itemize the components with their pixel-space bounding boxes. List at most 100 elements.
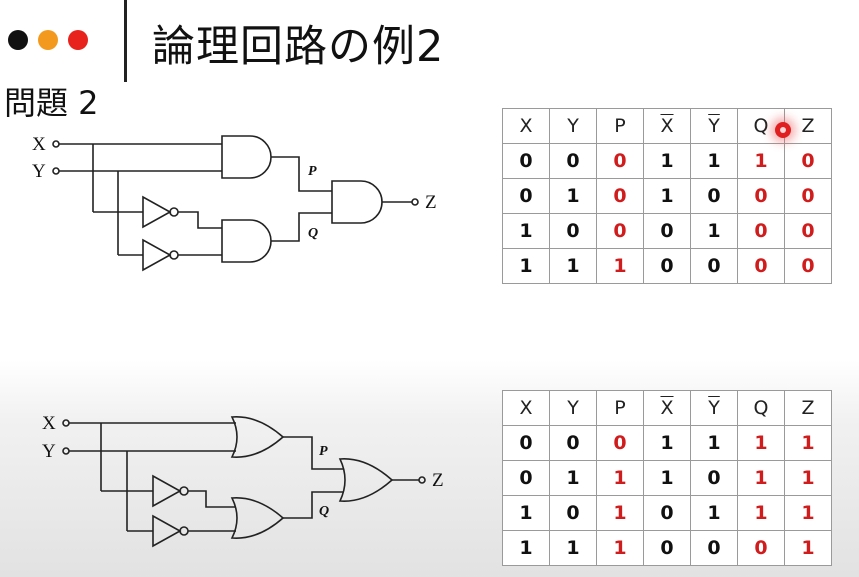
table-cell: 0 (737, 213, 785, 249)
table-cell: 1 (784, 495, 832, 531)
table-cell: 0 (643, 213, 691, 249)
column-header: Z (784, 108, 832, 144)
table-header-row: XYPXYQZ (502, 390, 832, 426)
table-cell: 1 (502, 213, 550, 249)
column-header: X (502, 108, 550, 144)
table-cell: 0 (784, 248, 832, 284)
table-cell: 1 (784, 460, 832, 496)
table-cell: 1 (596, 248, 644, 284)
table-row: 1010111 (502, 495, 832, 531)
table-cell: 1 (784, 425, 832, 461)
table-row: 1000100 (502, 213, 832, 249)
or-gate (338, 458, 394, 502)
table-cell: 0 (690, 530, 738, 566)
table-cell: 0 (643, 248, 691, 284)
wire-q-label: Q (319, 504, 329, 519)
column-header: Y (549, 108, 597, 144)
table-cell: 0 (502, 425, 550, 461)
table-cell: 1 (596, 460, 644, 496)
table-row: 0001110 (502, 143, 832, 179)
table-row: 0101000 (502, 178, 832, 214)
black-dot (8, 30, 28, 50)
column-header: X (502, 390, 550, 426)
input-y-label: Y (32, 161, 46, 182)
table-cell: 1 (737, 425, 785, 461)
table-cell: 0 (643, 530, 691, 566)
table-cell: 1 (737, 143, 785, 179)
input-x-label: X (42, 413, 56, 434)
and-gate (221, 219, 272, 263)
table-row: 0001111 (502, 425, 832, 461)
column-header: X (643, 390, 691, 426)
column-header: Y (690, 108, 738, 144)
output-z-label: Z (425, 192, 437, 213)
table-cell: 1 (643, 425, 691, 461)
output-z-label: Z (432, 470, 444, 491)
input-x-label: X (32, 134, 46, 155)
table-cell: 0 (549, 143, 597, 179)
column-header: Z (784, 390, 832, 426)
table-cell: 0 (549, 495, 597, 531)
not-gate (142, 195, 172, 229)
table-row: 0111011 (502, 460, 832, 496)
table-cell: 0 (502, 460, 550, 496)
table-cell: 1 (502, 495, 550, 531)
wire-p-label: P (319, 444, 328, 459)
table-cell: 0 (643, 495, 691, 531)
and-gate (221, 135, 272, 179)
table-cell: 0 (596, 178, 644, 214)
table-cell: 0 (549, 425, 597, 461)
table-cell: 0 (784, 213, 832, 249)
input-y-label: Y (42, 441, 56, 462)
table-cell: 0 (596, 213, 644, 249)
table-cell: 0 (596, 425, 644, 461)
table-cell: 0 (690, 248, 738, 284)
table-cell: 1 (690, 143, 738, 179)
table-cell: 0 (737, 530, 785, 566)
table-row: 1110001 (502, 530, 832, 566)
column-header: X (643, 108, 691, 144)
table-cell: 0 (596, 143, 644, 179)
table-cell: 1 (643, 143, 691, 179)
not-gate (142, 238, 172, 272)
input-y-terminal (52, 167, 60, 175)
table-cell: 0 (690, 460, 738, 496)
wire-p-label: P (308, 164, 317, 179)
column-header: Y (549, 390, 597, 426)
table-cell: 1 (737, 460, 785, 496)
table-cell: 1 (643, 178, 691, 214)
not-gate (152, 514, 182, 548)
table-row: 1110000 (502, 248, 832, 284)
table-cell: 1 (690, 425, 738, 461)
table-cell: 1 (549, 460, 597, 496)
table-cell: 1 (737, 495, 785, 531)
or-gate (230, 497, 285, 539)
column-header: Y (690, 390, 738, 426)
table-cell: 1 (596, 530, 644, 566)
input-y-terminal (62, 447, 70, 455)
table-cell: 1 (690, 213, 738, 249)
column-header: P (596, 108, 644, 144)
table-cell: 1 (549, 530, 597, 566)
orange-dot (38, 30, 58, 50)
table-cell: 1 (643, 460, 691, 496)
not-gate (152, 474, 182, 508)
table-cell: 0 (784, 143, 832, 179)
window-dots (8, 30, 88, 50)
table-cell: 0 (502, 143, 550, 179)
red-dot (68, 30, 88, 50)
truth-table-or: XYPXYQZ0001111011101110101111110001 (502, 390, 832, 566)
and-circuit-diagram: X Y P Q Z (32, 134, 437, 272)
table-cell: 1 (549, 178, 597, 214)
table-cell: 1 (549, 248, 597, 284)
or-circuit-diagram: X Y P Q Z (42, 413, 444, 548)
table-cell: 1 (502, 530, 550, 566)
cursor-pointer (775, 122, 791, 138)
table-cell: 1 (502, 248, 550, 284)
wire-q-label: Q (308, 226, 318, 241)
column-header: Q (737, 390, 785, 426)
title-divider (124, 0, 127, 82)
table-cell: 0 (784, 178, 832, 214)
table-cell: 0 (737, 248, 785, 284)
table-cell: 0 (690, 178, 738, 214)
